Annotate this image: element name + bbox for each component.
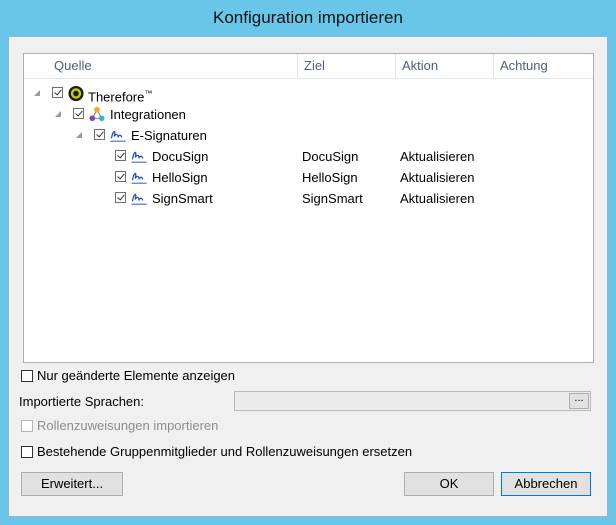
tree-row[interactable]: HelloSign HelloSign Aktualisieren — [24, 167, 593, 188]
row-label: Therefore™ — [88, 89, 153, 105]
collapse-arrow-icon[interactable] — [76, 132, 82, 138]
therefore-logo-icon — [68, 85, 84, 102]
row-ziel: SignSmart — [302, 191, 363, 206]
integrations-icon — [89, 106, 105, 122]
row-ziel: DocuSign — [302, 149, 359, 164]
signature-icon — [110, 130, 126, 142]
languages-label: Importierte Sprachen: — [19, 394, 145, 409]
row-checkbox[interactable] — [115, 192, 126, 203]
collapse-arrow-icon[interactable] — [34, 90, 40, 96]
signature-icon — [131, 151, 147, 163]
row-label: SignSmart — [152, 191, 213, 206]
import-tree-view[interactable]: Quelle Ziel Aktion Achtung Therefore™ In… — [23, 53, 594, 363]
tree-row[interactable]: Therefore™ — [24, 83, 593, 104]
tree-row[interactable]: DocuSign DocuSign Aktualisieren — [24, 146, 593, 167]
browse-languages-button[interactable]: ... — [569, 393, 589, 409]
row-label: DocuSign — [152, 149, 209, 164]
replace-members-label[interactable]: Bestehende Gruppenmitglieder und Rollenz… — [37, 444, 412, 459]
dialog-title: Konfiguration importieren — [213, 8, 403, 27]
ok-button[interactable]: OK — [404, 472, 494, 496]
row-aktion: Aktualisieren — [400, 149, 475, 164]
cancel-button[interactable]: Abbrechen — [501, 472, 591, 496]
row-aktion: Aktualisieren — [400, 191, 475, 206]
row-label: Integrationen — [110, 107, 186, 122]
column-header-aktion[interactable]: Aktion — [396, 54, 494, 78]
replace-members-checkbox[interactable] — [21, 446, 33, 458]
only-changed-label[interactable]: Nur geänderte Elemente anzeigen — [37, 368, 235, 383]
role-assign-checkbox — [21, 420, 33, 432]
row-aktion: Aktualisieren — [400, 170, 475, 185]
row-checkbox[interactable] — [115, 171, 126, 182]
tree-header: Quelle Ziel Aktion Achtung — [24, 54, 593, 79]
dialog-window: Konfiguration importieren Quelle Ziel Ak… — [0, 0, 616, 525]
advanced-button[interactable]: Erweitert... — [21, 472, 123, 496]
column-header-quelle[interactable]: Quelle — [24, 54, 298, 78]
column-header-achtung[interactable]: Achtung — [494, 54, 593, 78]
tree-row[interactable]: SignSmart SignSmart Aktualisieren — [24, 188, 593, 209]
row-ziel: HelloSign — [302, 170, 358, 185]
row-checkbox[interactable] — [73, 108, 84, 119]
row-label: HelloSign — [152, 170, 208, 185]
signature-icon — [131, 172, 147, 184]
collapse-arrow-icon[interactable] — [55, 111, 61, 117]
row-checkbox[interactable] — [52, 87, 63, 98]
row-label: E-Signaturen — [131, 128, 207, 143]
role-assign-label: Rollenzuweisungen importieren — [37, 418, 219, 433]
dialog-body: Quelle Ziel Aktion Achtung Therefore™ In… — [8, 36, 608, 517]
tree-row[interactable]: E-Signaturen — [24, 125, 593, 146]
tree-row[interactable]: Integrationen — [24, 104, 593, 125]
signature-icon — [131, 193, 147, 205]
only-changed-checkbox[interactable] — [21, 370, 33, 382]
column-header-ziel[interactable]: Ziel — [298, 54, 396, 78]
row-checkbox[interactable] — [115, 150, 126, 161]
languages-field[interactable] — [234, 391, 591, 411]
row-checkbox[interactable] — [94, 129, 105, 140]
